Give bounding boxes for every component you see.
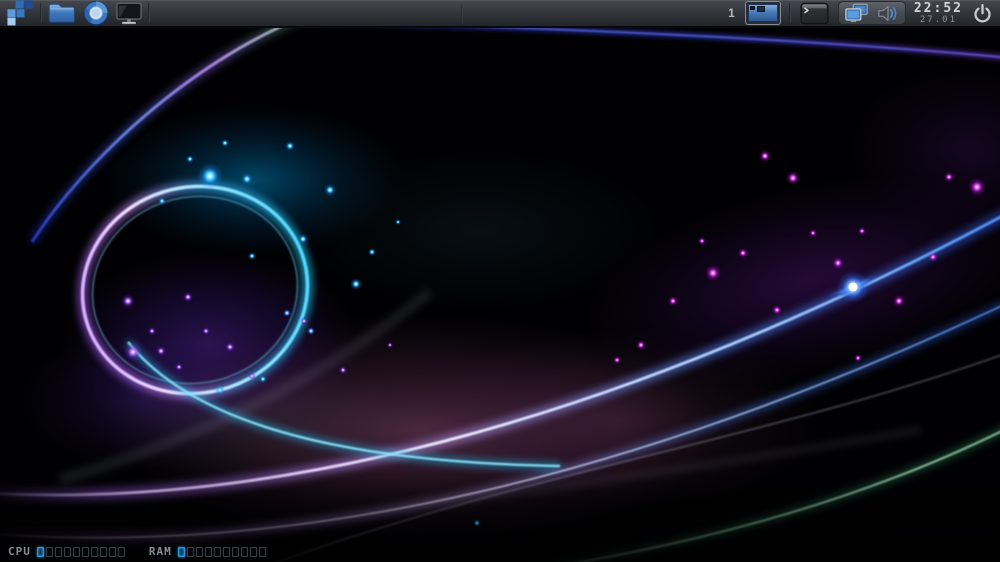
pager-window xyxy=(757,6,765,12)
ram-label: RAM xyxy=(149,545,172,558)
meter-cell xyxy=(250,547,257,557)
meter-cell xyxy=(232,547,239,557)
display-settings-button[interactable] xyxy=(115,1,143,26)
clock-widget[interactable]: 22:52 27.01 xyxy=(914,2,963,25)
panel-left-group xyxy=(6,0,150,27)
terminal-button[interactable] xyxy=(799,1,830,26)
cpu-cells xyxy=(37,547,125,557)
clock-time: 22:52 xyxy=(914,2,963,15)
screen: 1 xyxy=(0,0,1000,562)
terminal-icon xyxy=(800,2,829,25)
system-tray xyxy=(838,1,906,25)
meter-cell xyxy=(73,547,80,557)
volume-button[interactable] xyxy=(876,3,900,24)
meter-cell xyxy=(214,547,221,557)
start-menu-button[interactable] xyxy=(6,0,35,27)
chromium-icon xyxy=(83,0,109,26)
pager-desktop-preview xyxy=(748,4,778,22)
wallpaper-art xyxy=(0,0,1000,562)
meter-cell xyxy=(118,547,125,557)
meter-cell xyxy=(196,547,203,557)
network-button[interactable] xyxy=(844,2,870,25)
panel-separator xyxy=(148,3,150,23)
cpu-meter: CPU xyxy=(8,545,125,558)
meter-cell xyxy=(259,547,266,557)
ram-meter: RAM xyxy=(149,545,266,558)
browser-button[interactable] xyxy=(82,0,110,27)
meter-cell xyxy=(91,547,98,557)
network-icon xyxy=(845,3,869,24)
meter-cell xyxy=(205,547,212,557)
workspace-pager[interactable] xyxy=(745,1,781,25)
pager-window xyxy=(750,6,755,10)
meter-cell xyxy=(82,547,89,557)
panel-separator xyxy=(40,3,42,23)
meter-cell xyxy=(64,547,71,557)
workspace-number: 1 xyxy=(728,6,737,20)
system-monitors: CPU RAM xyxy=(8,545,266,558)
ram-cells xyxy=(178,547,266,557)
top-panel: 1 xyxy=(0,0,1000,28)
monitor-icon xyxy=(116,2,142,25)
panel-right-group: 1 xyxy=(728,1,994,26)
meter-cell xyxy=(46,547,53,557)
desktop[interactable] xyxy=(0,0,1000,562)
meter-cell xyxy=(241,547,248,557)
meter-cell xyxy=(109,547,116,557)
panel-separator xyxy=(461,4,463,24)
clock-date: 27.01 xyxy=(920,16,957,25)
meter-cell xyxy=(100,547,107,557)
meter-cell xyxy=(178,547,185,557)
cpu-label: CPU xyxy=(8,545,31,558)
meter-cell xyxy=(37,547,44,557)
folder-icon xyxy=(48,2,76,24)
start-menu-logo-icon xyxy=(7,0,34,26)
meter-cell xyxy=(223,547,230,557)
power-button[interactable] xyxy=(971,2,994,25)
power-icon xyxy=(972,3,993,24)
meter-cell xyxy=(187,547,194,557)
meter-cell xyxy=(55,547,62,557)
panel-separator xyxy=(789,3,791,23)
volume-icon xyxy=(877,4,899,23)
file-manager-button[interactable] xyxy=(47,1,77,25)
